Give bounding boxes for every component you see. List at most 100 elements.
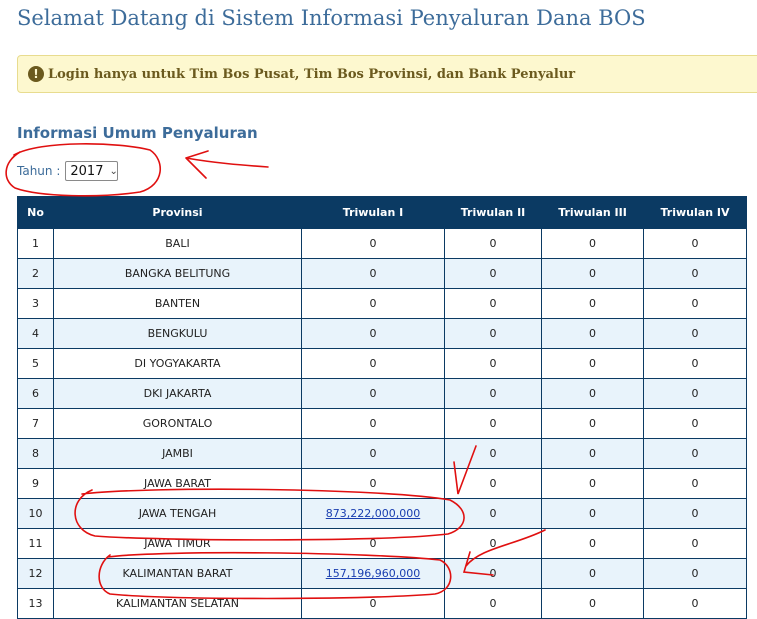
page-title: Selamat Datang di Sistem Informasi Penya…	[17, 6, 646, 30]
col-header-triwulan-4: Triwulan IV	[643, 196, 747, 229]
col-header-triwulan-2: Triwulan II	[444, 196, 542, 229]
cell-provinsi: BANGKA BELITUNG	[53, 258, 302, 289]
table-row: 11 JAWA TIMUR 0 0 0 0	[17, 528, 747, 559]
alert-message: Login hanya untuk Tim Bos Pusat, Tim Bos…	[48, 66, 576, 82]
cell-triwulan-3: 0	[541, 258, 644, 289]
cell-triwulan-3: 0	[541, 498, 644, 529]
cell-triwulan-4: 0	[643, 438, 747, 469]
table-row: 6 DKI JAKARTA 0 0 0 0	[17, 378, 747, 409]
cell-triwulan-2: 0	[444, 288, 542, 319]
cell-provinsi: BANTEN	[53, 288, 302, 319]
exclamation-circle-icon: !	[28, 66, 44, 82]
table-row: 9 JAWA BARAT 0 0 0 0	[17, 468, 747, 499]
cell-triwulan-4: 0	[643, 258, 747, 289]
cell-provinsi: KALIMANTAN BARAT	[53, 558, 302, 589]
cell-triwulan-2: 0	[444, 498, 542, 529]
table-row: 1 BALI 0 0 0 0	[17, 228, 747, 259]
cell-provinsi: JAWA TENGAH	[53, 498, 302, 529]
cell-triwulan-2: 0	[444, 558, 542, 589]
cell-triwulan-4: 0	[643, 288, 747, 319]
cell-triwulan-4: 0	[643, 468, 747, 499]
cell-triwulan-3: 0	[541, 588, 644, 619]
cell-triwulan-2: 0	[444, 378, 542, 409]
cell-triwulan-1: 0	[301, 588, 445, 619]
cell-triwulan-1: 0	[301, 408, 445, 439]
cell-triwulan-1: 0	[301, 318, 445, 349]
cell-provinsi: BENGKULU	[53, 318, 302, 349]
cell-triwulan-3: 0	[541, 438, 644, 469]
cell-triwulan-2: 0	[444, 228, 542, 259]
cell-provinsi: JAMBI	[53, 438, 302, 469]
cell-provinsi: JAWA TIMUR	[53, 528, 302, 559]
cell-triwulan-2: 0	[444, 348, 542, 379]
cell-triwulan-2: 0	[444, 468, 542, 499]
cell-triwulan-3: 0	[541, 318, 644, 349]
cell-provinsi: BALI	[53, 228, 302, 259]
cell-triwulan-3: 0	[541, 348, 644, 379]
cell-triwulan-4: 0	[643, 348, 747, 379]
cell-provinsi: DI YOGYAKARTA	[53, 348, 302, 379]
cell-no: 2	[17, 258, 54, 289]
cell-provinsi: DKI JAKARTA	[53, 378, 302, 409]
cell-provinsi: GORONTALO	[53, 408, 302, 439]
cell-triwulan-4: 0	[643, 528, 747, 559]
login-notice-alert: ! Login hanya untuk Tim Bos Pusat, Tim B…	[17, 55, 757, 93]
distribution-table: No Provinsi Triwulan I Triwulan II Triwu…	[17, 196, 747, 619]
table-row: 3 BANTEN 0 0 0 0	[17, 288, 747, 319]
table-row: 2 BANGKA BELITUNG 0 0 0 0	[17, 258, 747, 289]
cell-triwulan-3: 0	[541, 558, 644, 589]
cell-triwulan-1: 0	[301, 258, 445, 289]
cell-no: 3	[17, 288, 54, 319]
year-select[interactable]: 2017 ⌄	[65, 161, 119, 181]
cell-triwulan-1: 0	[301, 228, 445, 259]
annotation-arrow-year	[185, 150, 269, 179]
chevron-down-icon: ⌄	[109, 165, 118, 177]
cell-triwulan-4: 0	[643, 408, 747, 439]
table-row: 5 DI YOGYAKARTA 0 0 0 0	[17, 348, 747, 379]
cell-no: 9	[17, 468, 54, 499]
cell-triwulan-2: 0	[444, 318, 542, 349]
cell-no: 10	[17, 498, 54, 529]
cell-triwulan-1: 0	[301, 438, 445, 469]
table-row: 8 JAMBI 0 0 0 0	[17, 438, 747, 469]
cell-no: 1	[17, 228, 54, 259]
cell-triwulan-3: 0	[541, 288, 644, 319]
cell-provinsi: JAWA BARAT	[53, 468, 302, 499]
cell-triwulan-3: 0	[541, 408, 644, 439]
cell-triwulan-4: 0	[643, 318, 747, 349]
cell-no: 8	[17, 438, 54, 469]
cell-no: 4	[17, 318, 54, 349]
cell-triwulan-4: 0	[643, 498, 747, 529]
cell-triwulan-1: 0	[301, 288, 445, 319]
year-select-value: 2017	[70, 163, 104, 179]
cell-triwulan-2: 0	[444, 258, 542, 289]
amount-link[interactable]: 873,222,000,000	[326, 507, 420, 520]
cell-triwulan-2: 0	[444, 528, 542, 559]
cell-no: 7	[17, 408, 54, 439]
cell-triwulan-1: 0	[301, 348, 445, 379]
cell-no: 5	[17, 348, 54, 379]
col-header-triwulan-3: Triwulan III	[541, 196, 644, 229]
year-filter: Tahun : 2017 ⌄	[17, 161, 119, 181]
section-title: Informasi Umum Penyaluran	[17, 124, 258, 142]
cell-triwulan-1: 157,196,960,000	[301, 558, 445, 589]
col-header-triwulan-1: Triwulan I	[301, 196, 445, 229]
cell-triwulan-4: 0	[643, 228, 747, 259]
year-label: Tahun :	[17, 164, 61, 178]
amount-link[interactable]: 157,196,960,000	[326, 567, 420, 580]
cell-triwulan-4: 0	[643, 588, 747, 619]
col-header-provinsi: Provinsi	[53, 196, 302, 229]
cell-triwulan-1: 0	[301, 468, 445, 499]
table-row: 13 KALIMANTAN SELATAN 0 0 0 0	[17, 588, 747, 619]
cell-no: 11	[17, 528, 54, 559]
cell-triwulan-3: 0	[541, 528, 644, 559]
cell-triwulan-2: 0	[444, 408, 542, 439]
table-row: 12 KALIMANTAN BARAT 157,196,960,000 0 0 0	[17, 558, 747, 589]
table-row: 10 JAWA TENGAH 873,222,000,000 0 0 0	[17, 498, 747, 529]
col-header-no: No	[17, 196, 54, 229]
cell-triwulan-3: 0	[541, 378, 644, 409]
cell-provinsi: KALIMANTAN SELATAN	[53, 588, 302, 619]
cell-no: 12	[17, 558, 54, 589]
cell-triwulan-3: 0	[541, 228, 644, 259]
cell-triwulan-3: 0	[541, 468, 644, 499]
